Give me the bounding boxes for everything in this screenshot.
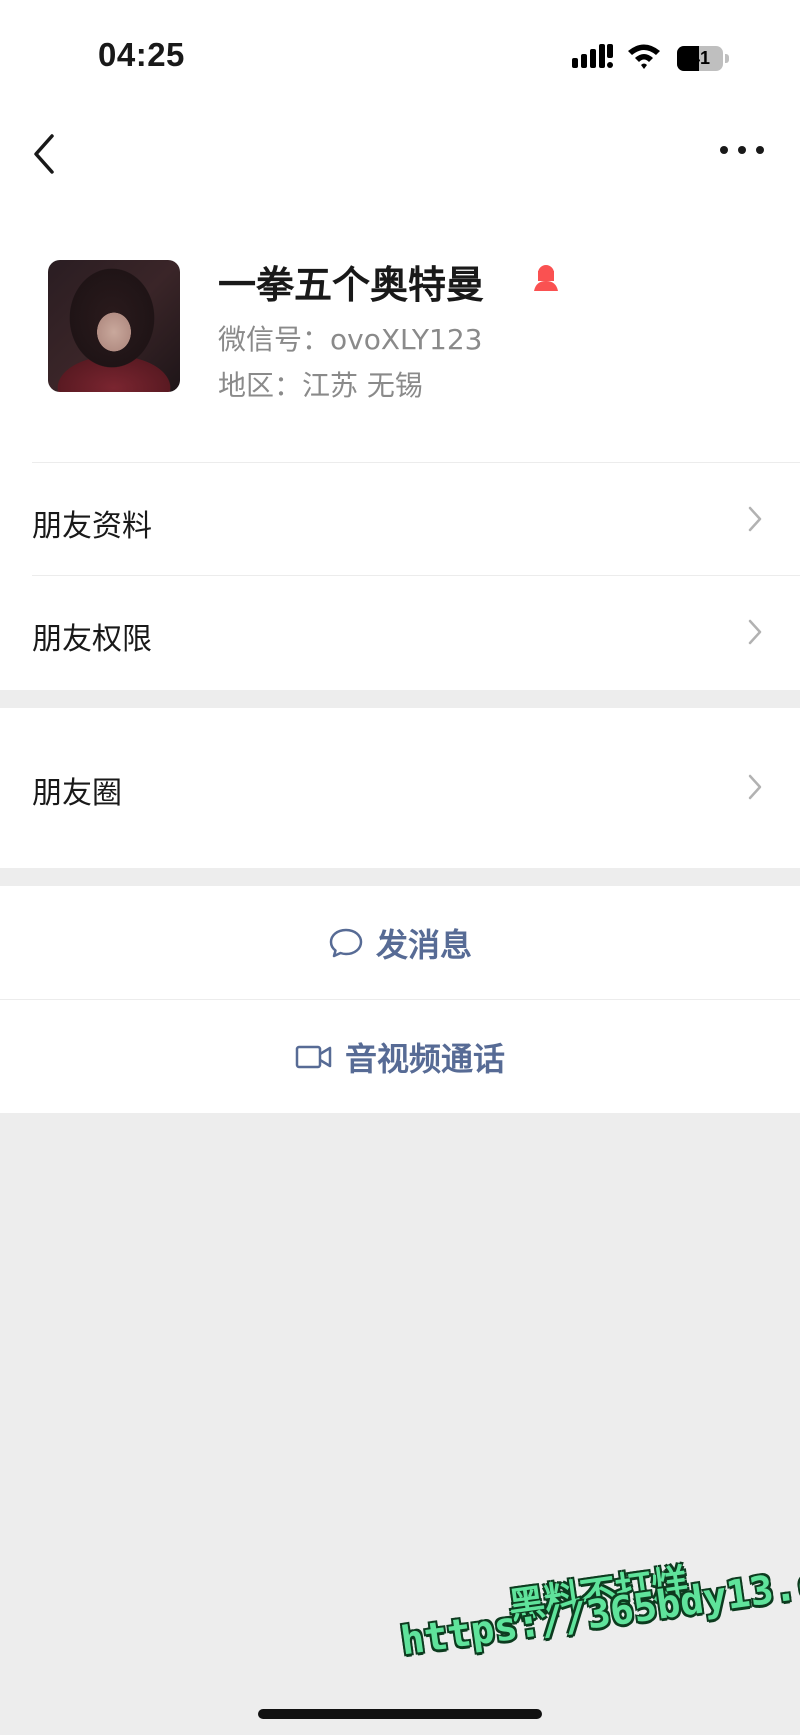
video-call-button[interactable]: 音视频通话	[0, 1000, 800, 1113]
region: 地区：江苏 无锡	[218, 369, 423, 402]
wechat-id: 微信号：ovoXLY123	[218, 323, 483, 356]
friend-permissions-row[interactable]: 朋友权限	[0, 576, 800, 688]
status-time: 04:25	[98, 36, 185, 73]
video-camera-icon	[295, 1045, 332, 1068]
moments-row[interactable]: 朋友圈	[0, 708, 800, 868]
back-chevron-icon[interactable]	[30, 132, 60, 176]
friend-info-row[interactable]: 朋友资料	[0, 463, 800, 575]
signal-icon	[572, 44, 613, 68]
battery-level: 41	[689, 48, 711, 68]
friend-info-label: 朋友资料	[32, 509, 152, 544]
nickname: 一拳五个奥特曼	[218, 263, 485, 307]
chevron-right-icon	[748, 506, 762, 532]
friend-permissions-label: 朋友权限	[32, 622, 152, 657]
send-message-button[interactable]: 发消息	[0, 886, 800, 999]
actions-panel: 发消息 音视频通话	[0, 886, 800, 1113]
avatar[interactable]	[48, 260, 180, 392]
home-indicator[interactable]	[258, 1709, 542, 1719]
female-icon	[534, 265, 558, 291]
chevron-right-icon	[748, 619, 762, 645]
moments-label: 朋友圈	[32, 776, 122, 811]
video-call-label: 音视频通话	[344, 1039, 505, 1078]
chat-bubble-icon	[329, 928, 363, 957]
more-dots-icon[interactable]	[718, 140, 766, 160]
chevron-right-icon	[748, 774, 762, 800]
wifi-icon	[628, 44, 660, 69]
battery-icon: 41	[677, 46, 729, 71]
send-message-label: 发消息	[375, 925, 472, 964]
